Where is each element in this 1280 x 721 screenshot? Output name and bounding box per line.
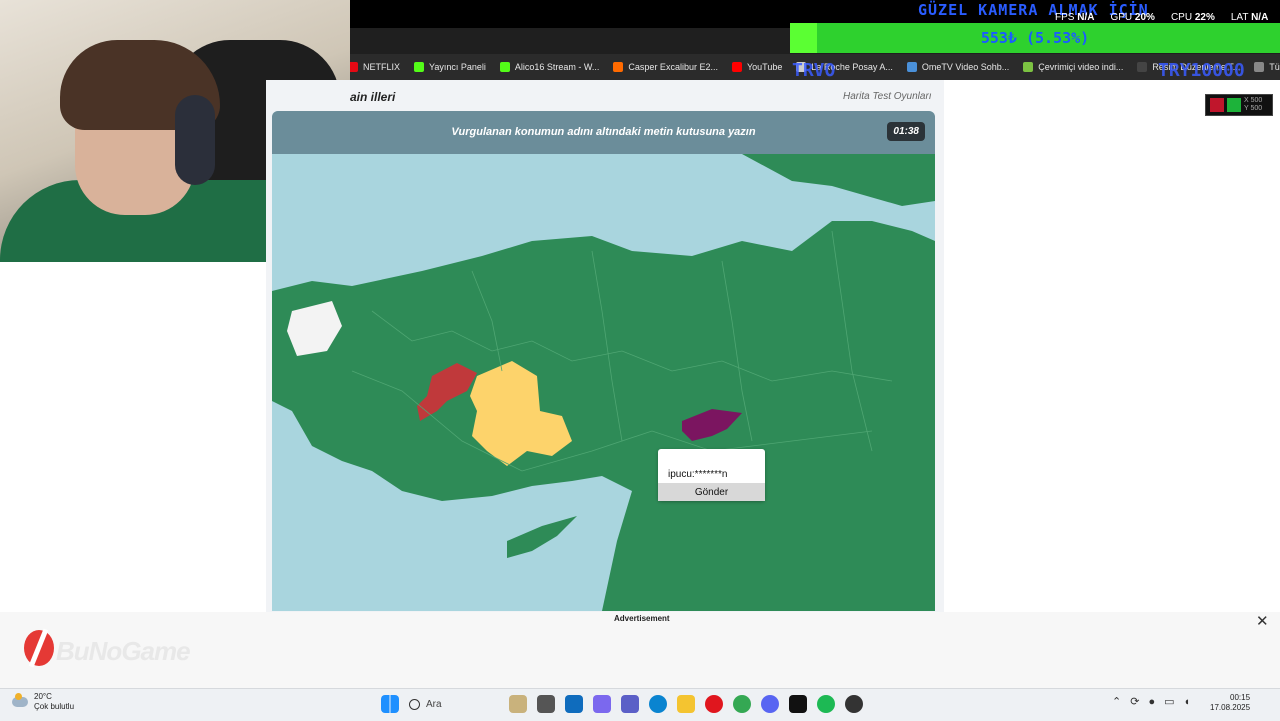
capcut-icon[interactable]	[789, 695, 807, 713]
clock[interactable]: 00:15 17.08.2025	[1210, 693, 1250, 713]
microphone-icon[interactable]: ●	[1148, 696, 1155, 708]
bookmark-item[interactable]: Çevrimiçi video indi...	[1023, 62, 1123, 72]
sync-icon[interactable]: ⟳	[1130, 695, 1139, 708]
bookmark-label: Casper Excalibur E2...	[628, 62, 718, 72]
bookmark-item[interactable]: Alico16 Stream - W...	[499, 62, 600, 72]
cpu-stat: CPU 22%	[1170, 12, 1215, 23]
bookmark-item[interactable]: YouTube	[731, 62, 783, 72]
bookmark-label: Alico16 Stream - W...	[514, 62, 600, 72]
temperature: 20°C	[34, 692, 52, 701]
bookmark-item[interactable]: OmeTV Video Sohb...	[906, 62, 1010, 72]
search-label: Ara	[426, 698, 442, 710]
chevron-up-icon[interactable]: ⌃	[1112, 695, 1121, 708]
gpu-stat: GPU 20%	[1110, 12, 1155, 23]
bookmark-label: YouTube	[746, 62, 783, 72]
bookmark-label: Yayıncı Paneli	[429, 62, 486, 72]
bookmark-item[interactable]: Tüm yer işaretleri	[1254, 62, 1280, 72]
donation-progress-bar: 553₺ (5.53%)	[790, 23, 1280, 53]
ad-logo[interactable]: BuNoGame	[24, 628, 214, 670]
fps-stat: FPS N/A	[1055, 12, 1095, 23]
taskbar-search[interactable]: Ara	[409, 694, 499, 714]
outlook-icon[interactable]	[565, 695, 583, 713]
teams-icon[interactable]	[621, 695, 639, 713]
bookmark-favicon-icon	[906, 62, 917, 72]
extension-widget[interactable]: X 500 Y 500	[1205, 94, 1273, 116]
bookmark-label: Tüm yer işaretleri	[1269, 62, 1280, 72]
advertisement-label: Advertisement	[614, 614, 670, 623]
close-ad-icon[interactable]: ✕	[1256, 612, 1269, 630]
bookmark-favicon-icon	[1023, 62, 1034, 72]
weather-widget[interactable]: 20°C Çok bulutlu	[12, 692, 74, 712]
instruction-text: Vurgulanan konumun adını altındaki metin…	[451, 126, 756, 138]
bookmark-item[interactable]: NETFLIX	[348, 62, 400, 72]
page-subtitle-link[interactable]: Harita Test Oyunları	[843, 91, 932, 102]
chrome-icon[interactable]	[733, 695, 751, 713]
copilot-icon[interactable]	[593, 695, 611, 713]
obs-icon[interactable]	[845, 695, 863, 713]
overlay-tag-right: TRY10000	[1158, 60, 1245, 81]
clock-date: 17.08.2025	[1210, 703, 1251, 712]
bookmark-item[interactable]: Casper Excalibur E2...	[613, 62, 718, 72]
extension-red-icon	[1210, 98, 1224, 112]
edge-icon[interactable]	[649, 695, 667, 713]
page-title: ain illeri	[350, 90, 396, 104]
headphone-icon	[175, 95, 215, 185]
cloud-sun-icon	[12, 693, 28, 707]
widgets-icon[interactable]	[509, 695, 527, 713]
bookmark-favicon-icon	[414, 62, 425, 72]
bookmark-favicon-icon	[1254, 62, 1265, 72]
clock-time: 00:15	[1230, 693, 1251, 702]
bookmark-favicon-icon	[731, 62, 742, 72]
bookmark-favicon-icon	[613, 62, 624, 72]
bookmark-label: NETFLIX	[363, 62, 401, 72]
page-left-margin	[0, 262, 266, 612]
extension-green-icon	[1227, 98, 1241, 112]
bookmark-label: OmeTV Video Sohb...	[921, 62, 1010, 72]
network-icon[interactable]: ▭	[1164, 695, 1174, 708]
hint-text[interactable]: ipucu:*******n	[668, 469, 728, 480]
lat-stat: LAT N/A	[1230, 12, 1269, 23]
system-tray: ⌃ ⟳ ● ▭ ◖	[1112, 695, 1191, 709]
donation-progress-text: 553₺ (5.53%)	[980, 29, 1090, 47]
discord-icon[interactable]	[761, 695, 779, 713]
weather-condition: Çok bulutlu	[34, 702, 75, 711]
opera-icon[interactable]	[705, 695, 723, 713]
logo-mark-icon	[24, 628, 54, 668]
extension-x-value: X 500	[1244, 97, 1263, 104]
answer-box[interactable]: ipucu:*******n Gönder	[658, 449, 765, 501]
page-right-margin	[944, 80, 1280, 612]
overlay-tag-left: TRVO	[792, 60, 836, 81]
windows-start-icon[interactable]	[381, 695, 399, 713]
submit-button[interactable]: Gönder	[658, 483, 765, 501]
quiz-map[interactable]: Vurgulanan konumun adını altındaki metin…	[272, 111, 935, 611]
bookmark-label: Çevrimiçi video indi...	[1038, 62, 1124, 72]
search-icon	[409, 698, 420, 710]
countdown-timer: 01:38	[887, 122, 925, 141]
bookmark-item[interactable]: Yayıncı Paneli	[414, 62, 486, 72]
bookmark-favicon-icon	[499, 62, 510, 72]
performance-stats: FPS N/A GPU 20% CPU 22% LAT N/A	[1055, 12, 1268, 23]
task-view-icon[interactable]	[537, 695, 555, 713]
bookmark-favicon-icon	[1137, 62, 1148, 72]
volume-icon[interactable]: ◖	[1184, 696, 1191, 708]
spotify-icon[interactable]	[817, 695, 835, 713]
file-explorer-icon[interactable]	[677, 695, 695, 713]
extension-y-value: Y 500	[1244, 105, 1263, 112]
logo-text: BuNoGame	[56, 636, 191, 666]
taskbar-apps: Ara	[381, 694, 863, 714]
turkey-map-svg	[272, 111, 935, 611]
